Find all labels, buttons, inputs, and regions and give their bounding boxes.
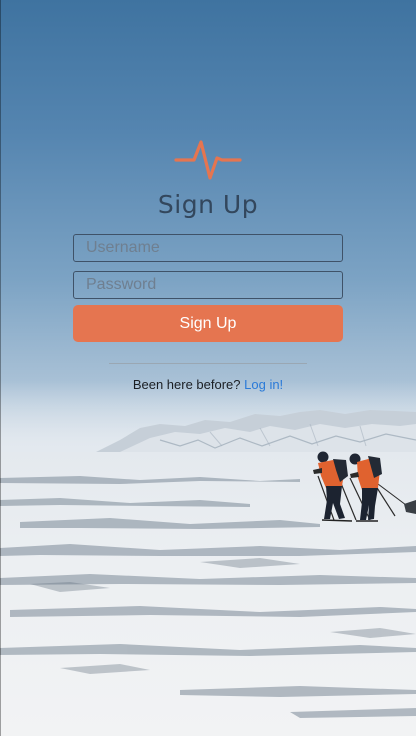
login-prompt-text: Been here before? bbox=[132, 377, 241, 392]
window-edge bbox=[0, 0, 1, 736]
sign-up-button[interactable]: Sign Up bbox=[73, 305, 343, 342]
background-image bbox=[0, 380, 416, 736]
login-prompt: Been here before? Log in! bbox=[0, 377, 416, 392]
page-title: Sign Up bbox=[157, 190, 259, 219]
username-field[interactable] bbox=[73, 234, 343, 262]
signup-screen: Sign Up Sign Up Been here before? Log in… bbox=[0, 0, 416, 736]
heartbeat-pulse-icon bbox=[174, 140, 242, 180]
password-field[interactable] bbox=[73, 271, 343, 299]
divider bbox=[109, 363, 307, 364]
login-link[interactable]: Log in! bbox=[244, 377, 283, 392]
